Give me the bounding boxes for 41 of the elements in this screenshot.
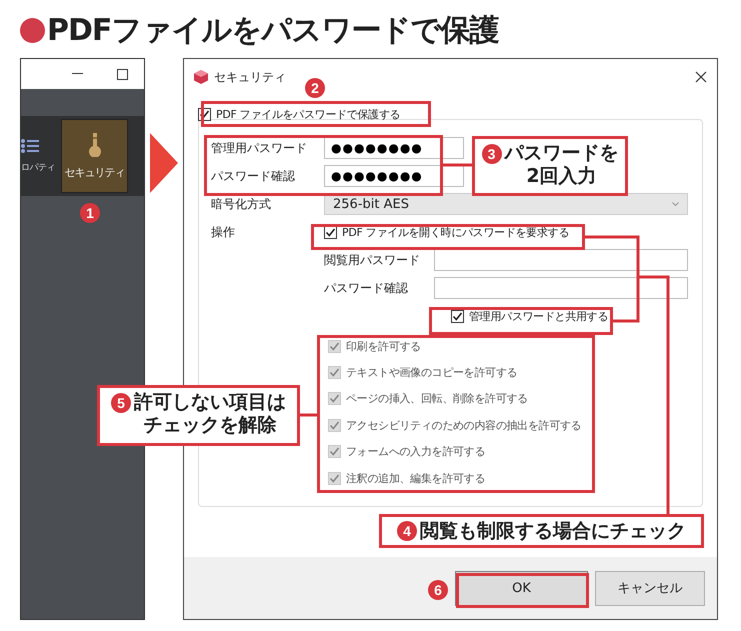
page-heading: PDFファイルをパスワードで保護: [47, 12, 498, 50]
key-icon: [88, 132, 102, 156]
callout-text: 許可しない項目は チェックを解除: [134, 391, 286, 437]
number-badge: 5: [111, 393, 131, 413]
checkbox-label: PDF ファイルをパスワードで保護する: [216, 106, 400, 122]
app-icon: [194, 70, 208, 84]
password-field[interactable]: ●●●●●●●●: [324, 137, 464, 159]
chevron-icon: [672, 202, 679, 206]
callout-text: パスワードを 2回入力: [504, 142, 618, 188]
password-field[interactable]: ●●●●●●●●: [324, 165, 464, 187]
password-field[interactable]: [434, 277, 688, 299]
arrow-icon: [150, 133, 178, 193]
field-label: 閲覧用パスワード: [324, 252, 421, 268]
checkbox-label: ページの挿入、回転、削除を許可する: [346, 391, 528, 406]
minimize-icon[interactable]: [72, 73, 83, 75]
list-icon: [21, 138, 39, 152]
field-label: パスワード確認: [324, 280, 409, 296]
checkbox-label: テキストや画像のコピーを許可する: [346, 365, 518, 380]
number-badge: 3: [482, 144, 502, 164]
checkbox-label: 印刷を許可する: [346, 338, 421, 354]
toolbar-label: ロパティ: [21, 162, 55, 174]
checkbox[interactable]: [451, 310, 464, 322]
bullet-icon: [20, 18, 45, 43]
checkbox-label: フォームへの入力を許可する: [346, 444, 486, 460]
maximize-icon[interactable]: [117, 68, 128, 80]
callout-text: 閲覧も制限する場合にチェック: [420, 520, 686, 542]
field-label: 暗号化方式: [211, 196, 272, 212]
field-label: 操作: [211, 224, 236, 240]
checkbox-label: 注釈の追加、編集を許可する: [346, 470, 486, 486]
field-label: 管理用パスワード: [211, 140, 308, 156]
security-button[interactable]: セキュリティ: [61, 119, 128, 193]
checkbox-label: PDF ファイルを開く時にパスワードを要求する: [342, 224, 570, 240]
encryption-dropdown[interactable]: 256-bit AES: [324, 193, 688, 215]
field-label: パスワード確認: [211, 168, 296, 184]
dialog-title: セキュリティ: [214, 68, 287, 86]
cancel-button[interactable]: キャンセル: [595, 570, 705, 606]
password-field[interactable]: [434, 249, 688, 271]
checkbox-label: 管理用パスワードと共用する: [469, 308, 608, 324]
checkbox-label: アクセシビリティのための内容の抽出を許可する: [346, 418, 582, 433]
close-icon[interactable]: [695, 71, 707, 83]
number-badge: 4: [397, 521, 417, 541]
